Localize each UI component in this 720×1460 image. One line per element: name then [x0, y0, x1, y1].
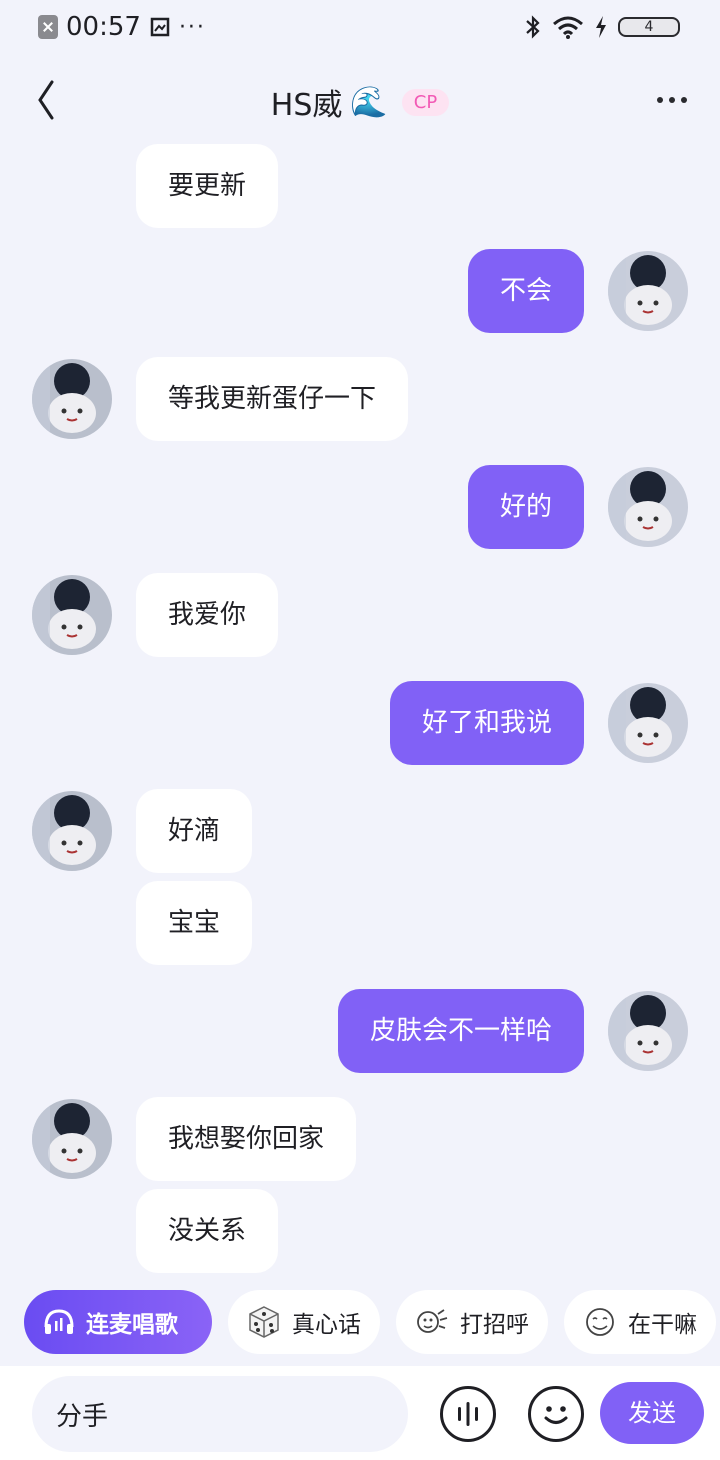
headphones-icon: [44, 1309, 74, 1334]
status-left: 00:57 ···: [38, 12, 206, 42]
chat-title: HS威: [270, 88, 343, 123]
wave-hand-icon: [417, 1309, 448, 1333]
incoming-message-bubble[interactable]: 好滴: [136, 789, 253, 873]
my-avatar[interactable]: [608, 683, 688, 763]
dice-icon: [249, 1306, 279, 1338]
status-time: 00:57: [66, 12, 141, 42]
status-right: 4: [524, 14, 680, 40]
incoming-message-bubble[interactable]: 没关系: [136, 1189, 279, 1273]
outgoing-message-bubble[interactable]: 好的: [467, 465, 584, 549]
chip-label: 真心话: [292, 1312, 361, 1338]
status-more-dots: ···: [178, 14, 206, 40]
title-wrap: HS威 🌊 CP: [0, 80, 720, 124]
my-avatar[interactable]: [608, 991, 688, 1071]
contact-avatar[interactable]: [32, 1099, 112, 1179]
contact-avatar[interactable]: [32, 359, 112, 439]
incoming-message-bubble[interactable]: 我想娶你回家: [136, 1097, 357, 1181]
screenshot-icon: [150, 17, 170, 37]
status-bar: 00:57 ··· 4: [0, 0, 720, 58]
incoming-message-bubble[interactable]: 要更新: [136, 144, 279, 228]
incoming-message-bubble[interactable]: 等我更新蛋仔一下: [136, 357, 409, 441]
wifi-icon: [553, 16, 583, 39]
wave-emoji: 🌊: [350, 84, 388, 120]
more-options-button[interactable]: [652, 86, 692, 114]
cp-badge: CP: [401, 88, 450, 116]
contact-avatar[interactable]: [32, 791, 112, 871]
emoji-face-icon: [586, 1308, 614, 1336]
battery-icon: 4: [618, 17, 680, 37]
chip-duet-singing[interactable]: 连麦唱歌: [24, 1290, 212, 1354]
message-input-value: 分手: [56, 1401, 109, 1432]
my-avatar[interactable]: [608, 467, 688, 547]
notification-icon: [38, 15, 58, 39]
my-avatar[interactable]: [608, 251, 688, 331]
input-bar: 分手 发送: [0, 1366, 720, 1460]
chip-label: 连麦唱歌: [86, 1312, 178, 1338]
chip-label: 打招呼: [460, 1312, 529, 1338]
chip-truth[interactable]: 真心话: [228, 1290, 380, 1354]
message-list[interactable]: 要更新不会 等我更新蛋仔一下 好的我爱你好了和我说好滴 宝宝 皮肤会不一样哈我想娶你回家…: [0, 140, 720, 1286]
more-dot: [657, 97, 663, 103]
charging-icon: [596, 16, 606, 38]
chat-header: HS威 🌊 CP: [0, 60, 720, 140]
outgoing-message-bubble[interactable]: 不会: [467, 249, 584, 333]
emoji-button[interactable]: [528, 1386, 584, 1442]
chip-what-doing[interactable]: 在干嘛: [564, 1290, 716, 1354]
smiley-icon: [544, 1406, 568, 1424]
message-input[interactable]: 分手: [32, 1376, 408, 1452]
chip-greet[interactable]: 打招呼: [396, 1290, 548, 1354]
outgoing-message-bubble[interactable]: 皮肤会不一样哈: [337, 989, 584, 1073]
battery-level: 4: [644, 19, 654, 35]
incoming-message-bubble[interactable]: 我爱你: [136, 573, 279, 657]
incoming-message-bubble[interactable]: 宝宝: [136, 881, 253, 965]
chip-label: 在干嘛: [628, 1312, 697, 1338]
contact-avatar[interactable]: [32, 575, 112, 655]
voice-wave-icon: [458, 1402, 478, 1426]
bluetooth-icon: [526, 15, 540, 39]
quick-chips: 连麦唱歌 真心话 打招呼 在干嘛: [0, 1290, 720, 1356]
voice-button[interactable]: [440, 1386, 496, 1442]
more-dot: [669, 97, 675, 103]
more-dot: [681, 97, 687, 103]
send-button[interactable]: 发送: [600, 1382, 704, 1444]
outgoing-message-bubble[interactable]: 好了和我说: [389, 681, 584, 765]
